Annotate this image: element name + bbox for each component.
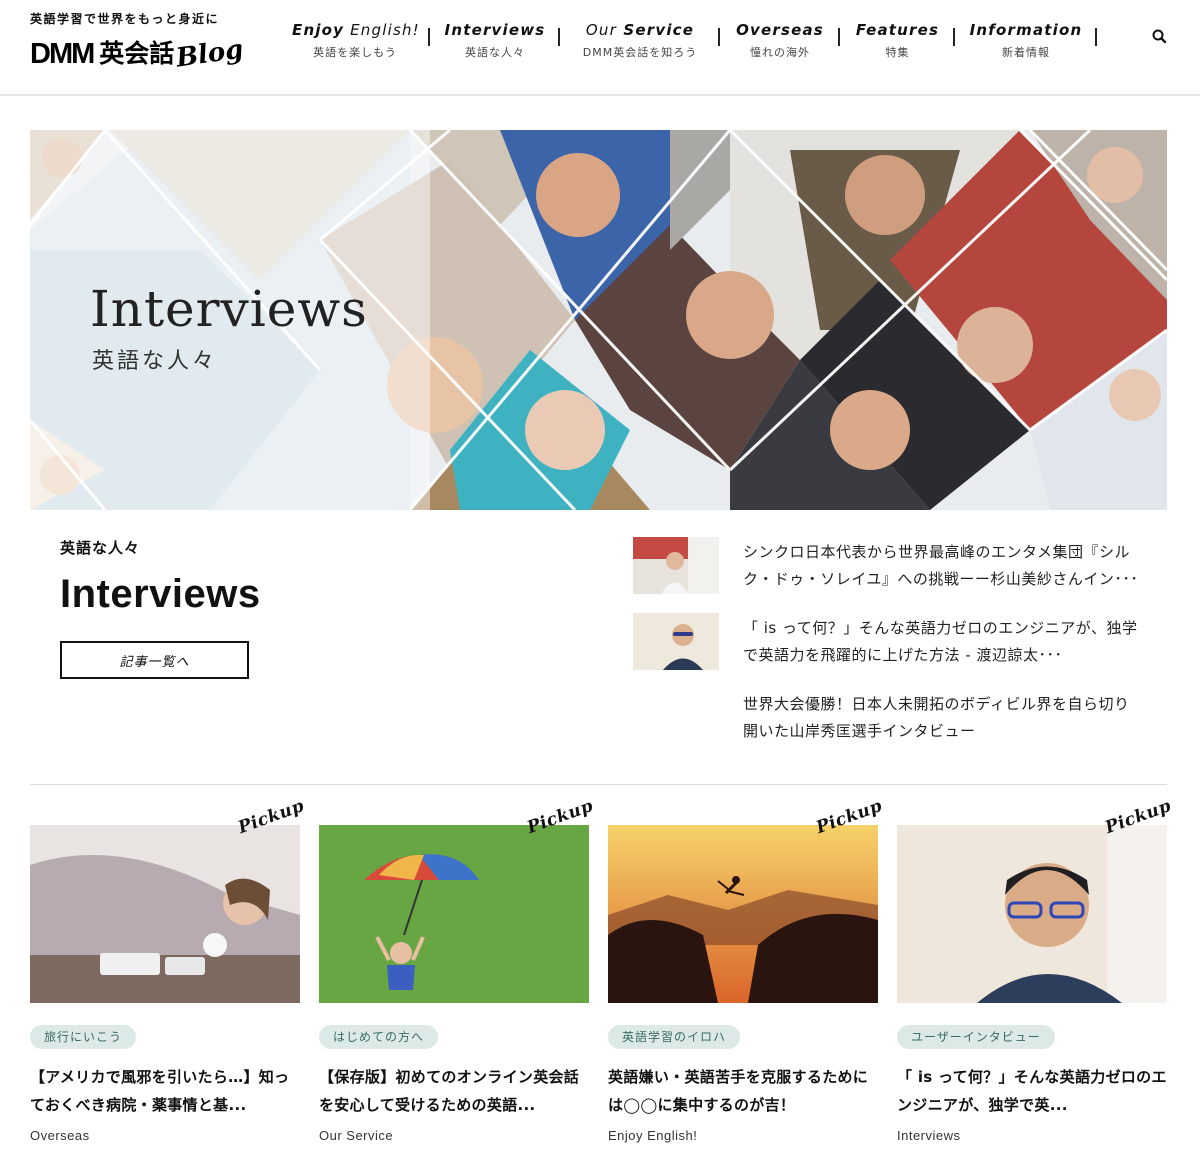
card-category[interactable]: Overseas: [30, 1128, 90, 1143]
main-nav: Enjoy English! 英語を楽しもう Interviews 英語な人々 …: [280, 20, 1097, 64]
pickup-card[interactable]: Pickup はじめての方へ 【保存版】初めてのオンライン英会話を安心して受ける…: [319, 796, 596, 1155]
hero-banner[interactable]: Interviews 英語な人々: [30, 130, 1167, 510]
article-thumbnail: [633, 537, 719, 594]
logo-dmm: DMM: [30, 38, 95, 70]
card-image: [30, 825, 300, 1003]
side-article-item[interactable]: シンクロ日本代表から世界最高峰のエンタメ集団『シルク・ドゥ・ソレイユ』への挑戦ー…: [633, 535, 1153, 595]
side-article-title: シンクロ日本代表から世界最高峰のエンタメ集団『シルク・ドゥ・ソレイユ』への挑戦ー…: [743, 543, 1139, 588]
brand[interactable]: 英語学習で世界をもっと身近に DMM 英会話 Blog: [30, 10, 275, 74]
nav-overseas[interactable]: Overseas 憧れの海外: [720, 20, 840, 64]
nav-label-jp: 英語な人々: [465, 46, 525, 59]
card-title[interactable]: 【アメリカで風邪を引いたら…】知っておくべき病院・薬事情と基...: [30, 1063, 302, 1119]
card-category[interactable]: Our Service: [319, 1128, 393, 1143]
search-icon[interactable]: [1150, 27, 1170, 47]
card-title[interactable]: 【保存版】初めてのオンライン英会話を安心して受けるための英語...: [319, 1063, 591, 1119]
site-logo[interactable]: DMM 英会話 Blog: [30, 33, 275, 73]
nav-label-en: Features: [855, 21, 940, 39]
nav-interviews[interactable]: Interviews 英語な人々: [430, 20, 560, 64]
side-article-item[interactable]: 「 is って何？」そんな英語力ゼロのエンジニアが、独学で英語力を飛躍的に上げた…: [633, 611, 1153, 671]
side-article-title: 世界大会優勝！日本人未開拓のボディビル界を自ら切り開いた山岸秀匡選手インタビュー: [743, 695, 1130, 740]
nav-label-jp: 英語を楽しもう: [313, 46, 397, 59]
card-image: [897, 825, 1167, 1003]
card-category[interactable]: Enjoy English!: [608, 1128, 697, 1143]
nav-information[interactable]: Information 新着情報: [955, 20, 1097, 64]
card-image: [608, 825, 878, 1003]
card-title[interactable]: 「 is って何？」そんな英語力ゼロのエンジニアが、独学で英...: [897, 1063, 1169, 1119]
site-tagline: 英語学習で世界をもっと身近に: [30, 12, 220, 26]
section-divider: [30, 784, 1167, 785]
nav-label-jp: 特集: [885, 46, 910, 59]
card-category[interactable]: Interviews: [897, 1128, 961, 1143]
hero-title: Interviews: [90, 280, 368, 338]
side-article-item[interactable]: 世界大会優勝！日本人未開拓のボディビル界を自ら切り開いた山岸秀匡選手インタビュー: [633, 687, 1153, 747]
category-title: Interviews: [60, 572, 261, 616]
pickup-card[interactable]: Pickup 旅行にいこう 【アメリカで風邪を引いたら…】知っておくべき病院・薬…: [30, 796, 307, 1155]
logo-blog: Blog: [174, 34, 246, 74]
card-title[interactable]: 英語嫌い・英語苦手を克服するためには◯◯に集中するのが吉！: [608, 1063, 880, 1119]
nav-label-en: Our: [585, 21, 617, 39]
card-tag[interactable]: ユーザーインタビュー: [897, 1025, 1055, 1049]
nav-label-jp: 新着情報: [1002, 46, 1050, 59]
nav-our-service[interactable]: Our Service DMM英会話を知ろう: [560, 20, 720, 64]
nav-label-en-rest: English!: [344, 21, 420, 39]
side-article-title: 「 is って何？」そんな英語力ゼロのエンジニアが、独学で英語力を飛躍的に上げた…: [743, 619, 1138, 664]
nav-label-en: Enjoy: [292, 21, 345, 39]
nav-label-en: Overseas: [736, 21, 824, 39]
nav-label-en-rest: Service: [616, 21, 695, 39]
nav-features[interactable]: Features 特集: [840, 20, 955, 64]
article-thumbnail: [633, 613, 719, 670]
nav-label-en: Interviews: [444, 21, 546, 39]
article-list-button[interactable]: 記事一覧へ: [60, 641, 249, 679]
card-image: [319, 825, 589, 1003]
site-header: 英語学習で世界をもっと身近に DMM 英会話 Blog Enjoy Englis…: [0, 0, 1200, 96]
nav-enjoy-english[interactable]: Enjoy English! 英語を楽しもう: [280, 20, 430, 64]
category-jp-label: 英語な人々: [60, 539, 141, 557]
card-tag[interactable]: 旅行にいこう: [30, 1025, 137, 1049]
pickup-card[interactable]: Pickup ユーザーインタビュー 「 is って何？」そんな英語力ゼロのエンジ…: [897, 796, 1174, 1155]
card-tag[interactable]: はじめての方へ: [319, 1025, 439, 1049]
card-tag[interactable]: 英語学習のイロハ: [608, 1025, 741, 1049]
nav-label-jp: DMM英会話を知ろう: [582, 46, 698, 59]
nav-label-jp: 憧れの海外: [750, 46, 810, 59]
nav-label-en: Information: [969, 21, 1083, 39]
logo-eikaiwa: 英会話: [99, 39, 175, 68]
pickup-card[interactable]: Pickup 英語学習のイロハ 英語嫌い・英語苦手を克服するためには◯◯に集中す…: [608, 796, 885, 1155]
hero-subtitle: 英語な人々: [92, 349, 218, 374]
